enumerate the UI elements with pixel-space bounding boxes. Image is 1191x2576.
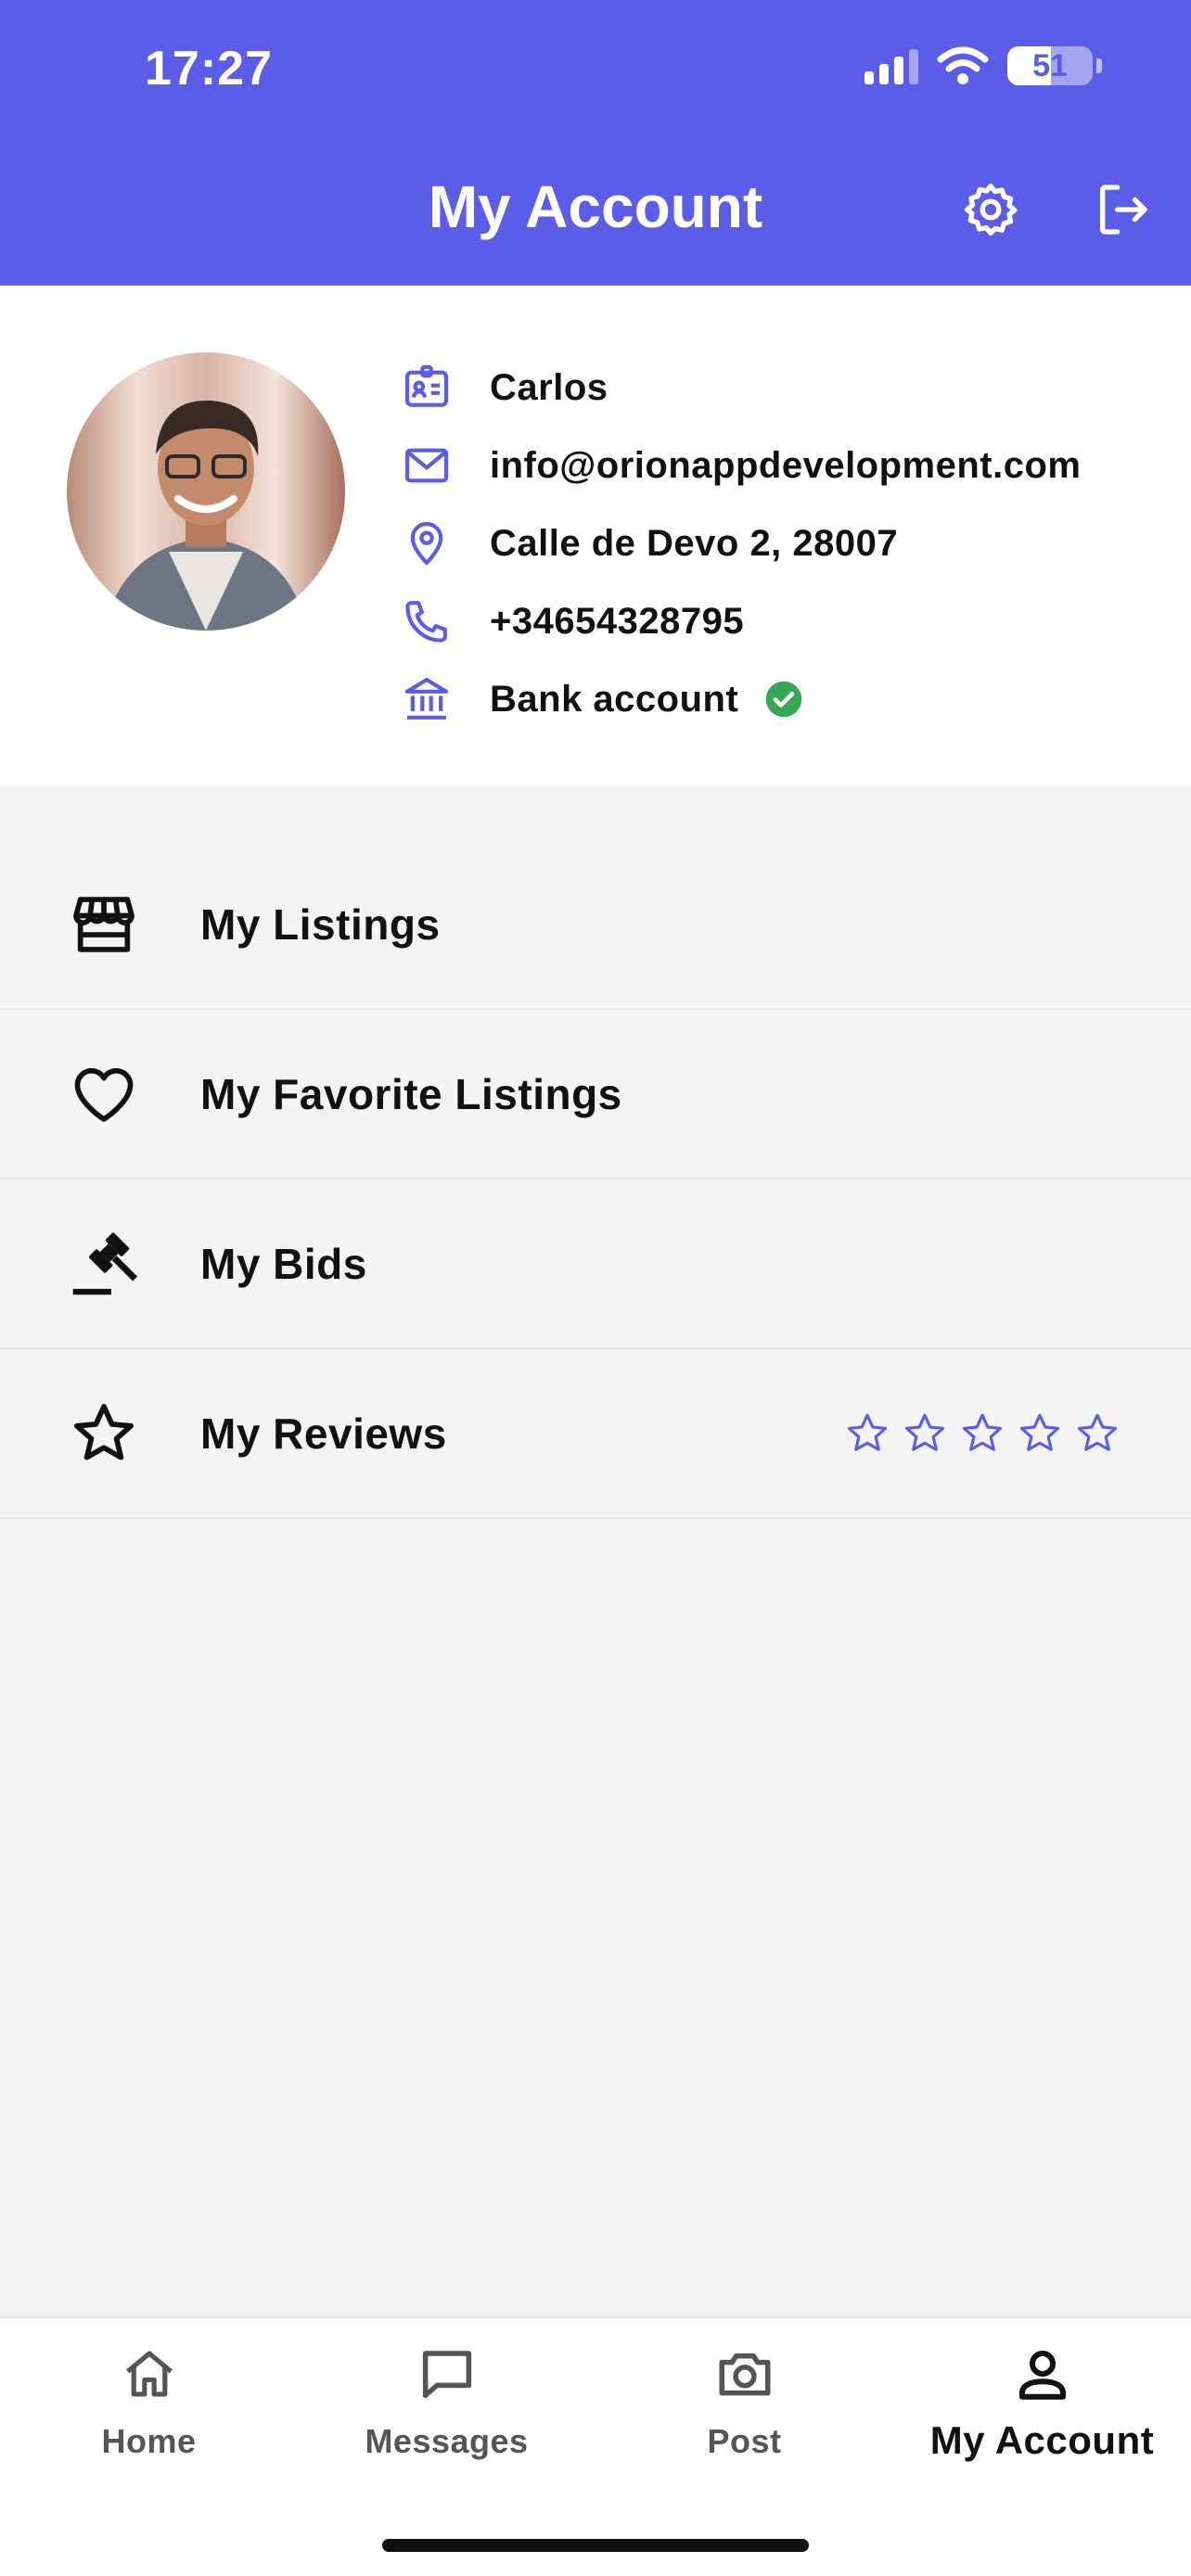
chat-icon: [298, 2339, 596, 2409]
tab-label: Post: [707, 2422, 782, 2460]
profile-phone-row: +34654328795: [401, 582, 1081, 660]
tab-bar: Home Messages Post My Account: [0, 2316, 1191, 2576]
menu-item-my-reviews[interactable]: My Reviews: [0, 1349, 1191, 1519]
verified-check-icon: [766, 681, 802, 718]
rating-stars: [844, 1410, 1121, 1457]
rating-star-icon: [904, 1413, 945, 1451]
settings-button[interactable]: [955, 174, 1026, 245]
wifi-icon: [937, 46, 989, 84]
id-badge-icon: [401, 362, 453, 414]
tab-label: Home: [101, 2422, 197, 2460]
mail-icon: [401, 440, 453, 491]
user-photo: [67, 352, 345, 631]
rating-star-icon: [1077, 1413, 1118, 1451]
heart-icon: [67, 1057, 141, 1131]
profile-address-row: Calle de Devo 2, 28007: [401, 504, 1081, 582]
location-pin-icon: [401, 517, 453, 569]
storefront-icon: [67, 887, 141, 962]
menu-item-label: My Favorite Listings: [200, 1069, 622, 1118]
profile-card: Carlos info@orionappdevelopment.com Call…: [0, 286, 1191, 786]
tab-home[interactable]: Home: [0, 2339, 298, 2461]
app-header: 17:27 51 My Account: [0, 0, 1191, 286]
logout-button[interactable]: [1087, 174, 1158, 245]
profile-email-row: info@orionappdevelopment.com: [401, 427, 1081, 504]
rating-star-icon: [962, 1413, 1003, 1451]
menu-item-my-listings[interactable]: My Listings: [0, 840, 1191, 1010]
menu-item-label: My Listings: [200, 899, 441, 949]
profile-bank-row[interactable]: Bank account: [401, 660, 1081, 738]
rating-star-icon: [1019, 1413, 1060, 1451]
avatar[interactable]: [67, 352, 345, 631]
phone-icon: [401, 595, 453, 647]
profile-bank: Bank account: [490, 678, 739, 720]
tab-label: Messages: [365, 2422, 529, 2460]
account-menu: My Listings My Favorite Listings My Bids: [0, 786, 1191, 1519]
signal-icon: [864, 47, 918, 84]
profile-info: Carlos info@orionappdevelopment.com Call…: [401, 349, 1081, 738]
home-indicator: [382, 2539, 809, 2552]
logout-icon: [1100, 185, 1147, 235]
tab-my-account[interactable]: My Account: [893, 2339, 1191, 2463]
home-icon: [0, 2339, 298, 2409]
status-time: 17:27: [145, 42, 273, 96]
battery-level: 51: [1032, 47, 1068, 83]
tab-label: My Account: [929, 2418, 1155, 2462]
profile-name-row: Carlos: [401, 349, 1081, 427]
battery-icon: 51: [1007, 46, 1093, 85]
user-icon: [893, 2339, 1191, 2409]
tab-post[interactable]: Post: [596, 2339, 893, 2461]
bank-icon: [401, 673, 453, 725]
profile-email: info@orionappdevelopment.com: [490, 444, 1082, 486]
gear-icon: [965, 184, 1018, 236]
tab-messages[interactable]: Messages: [298, 2339, 596, 2461]
status-icons: 51: [864, 46, 1102, 85]
profile-address: Calle de Devo 2, 28007: [490, 522, 899, 564]
rating-star-icon: [847, 1413, 888, 1451]
profile-name: Carlos: [490, 366, 608, 408]
menu-item-my-favorite-listings[interactable]: My Favorite Listings: [0, 1010, 1191, 1180]
profile-phone: +34654328795: [490, 600, 745, 642]
star-icon: [67, 1396, 141, 1471]
menu-item-label: My Reviews: [200, 1409, 447, 1458]
gavel-icon: [67, 1227, 141, 1301]
menu-item-my-bids[interactable]: My Bids: [0, 1180, 1191, 1349]
menu-item-label: My Bids: [200, 1239, 367, 1288]
camera-icon: [596, 2339, 893, 2409]
